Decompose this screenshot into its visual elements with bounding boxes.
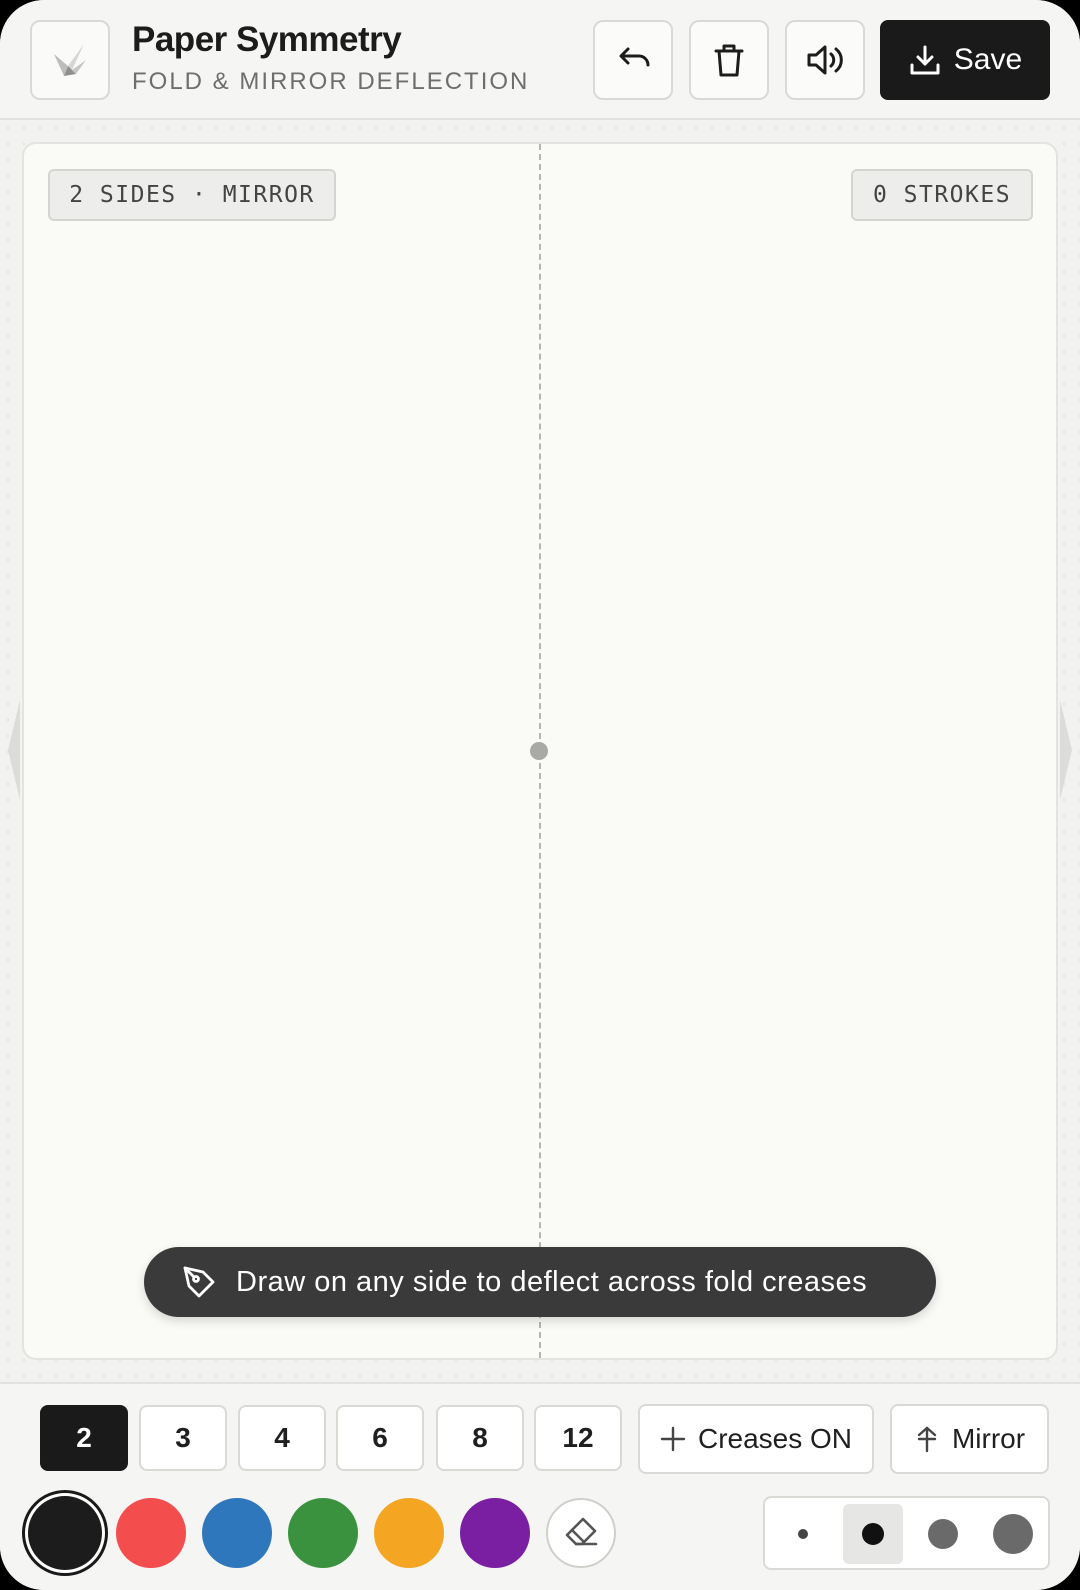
app-title: Paper Symmetry [132, 20, 402, 59]
eraser-icon [565, 1517, 598, 1546]
brush-size-m[interactable] [913, 1504, 973, 1564]
app-subtitle: FOLD & MIRROR DEFLECTION [132, 68, 530, 95]
left-edge-handle[interactable] [6, 700, 20, 800]
right-edge-handle[interactable] [1060, 700, 1074, 800]
brush-size-l[interactable] [983, 1504, 1043, 1564]
hint-toast: Draw on any side to deflect across fold … [144, 1247, 936, 1317]
color-swatch-red[interactable] [116, 1498, 186, 1568]
sides-option-2[interactable]: 2 [40, 1405, 128, 1471]
download-icon [910, 45, 940, 75]
arrow-up-icon [917, 1426, 937, 1453]
paper-crane-icon [54, 44, 86, 76]
sides-option-3[interactable]: 3 [139, 1405, 227, 1471]
color-swatch-black-fill [28, 1496, 102, 1570]
undo-button[interactable] [593, 20, 673, 100]
creases-toggle[interactable]: Creases ON [638, 1404, 874, 1474]
color-swatch-orange[interactable] [374, 1498, 444, 1568]
mode-chip: 2 SIDES · MIRROR [48, 169, 336, 221]
creases-label: Creases ON [697, 1423, 853, 1454]
sides-option-12[interactable]: 12 [534, 1405, 622, 1471]
sides-option-8[interactable]: 8 [436, 1405, 524, 1471]
brush-size-selector [763, 1496, 1050, 1570]
undo-icon [619, 47, 650, 67]
save-button[interactable]: Save [880, 20, 1050, 100]
mirror-label: Mirror [951, 1423, 1026, 1454]
header-bar: Paper Symmetry FOLD & MIRROR DEFLECTION [0, 0, 1080, 120]
sides-option-6[interactable]: 6 [336, 1405, 424, 1471]
color-swatch-black[interactable] [22, 1490, 108, 1576]
sides-option-4[interactable]: 4 [238, 1405, 326, 1471]
sound-button[interactable] [785, 20, 865, 100]
clear-button[interactable] [689, 20, 769, 100]
plus-icon [660, 1426, 686, 1452]
color-swatch-green[interactable] [288, 1498, 358, 1568]
stroke-count-chip: 0 STROKES [851, 169, 1033, 221]
eraser-button[interactable] [546, 1498, 616, 1568]
brush-size-xs[interactable] [773, 1504, 833, 1564]
color-swatch-blue[interactable] [202, 1498, 272, 1568]
color-swatch-purple[interactable] [460, 1498, 530, 1568]
mirror-toggle[interactable]: Mirror [890, 1404, 1049, 1474]
pen-tool-icon [183, 1266, 215, 1298]
brush-size-s[interactable] [843, 1504, 903, 1564]
hint-text: Draw on any side to deflect across fold … [236, 1265, 868, 1298]
save-label: Save [953, 43, 1023, 76]
fold-center-point [530, 742, 548, 760]
speaker-icon [807, 45, 843, 75]
logo-button[interactable] [30, 20, 110, 100]
trash-icon [714, 44, 744, 77]
app-screen: Paper Symmetry FOLD & MIRROR DEFLECTION [0, 0, 1080, 1590]
